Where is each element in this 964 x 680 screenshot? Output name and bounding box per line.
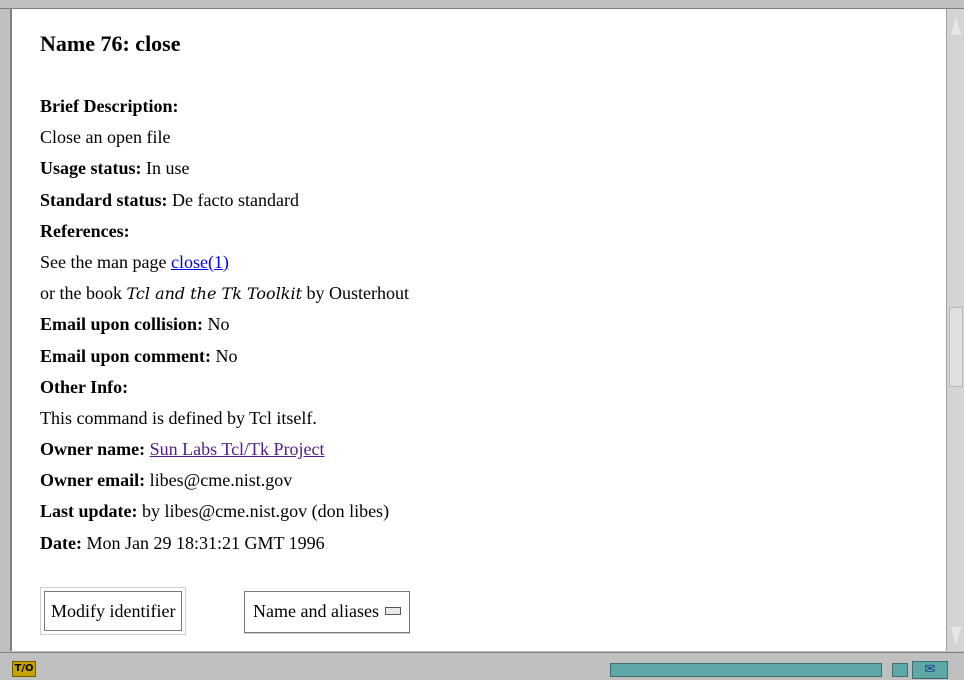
owner-name-row: Owner name: Sun Labs Tcl/Tk Project [40,434,920,465]
other-info-label: Other Info: [40,376,129,397]
name-and-aliases-menu[interactable]: Name and aliases [244,591,410,633]
book-title: Tcl and the Tk Toolkit [126,284,303,304]
reference-manpage-row: See the man page close(1) [40,247,920,278]
owner-email-row: Owner email: libes@cme.nist.gov [40,465,920,496]
scrollbar-thumb[interactable] [949,307,963,387]
scroll-down-arrow-icon[interactable] [951,627,961,645]
standard-status-label: Standard status: [40,189,168,210]
window-top-border [0,0,964,9]
owner-name-link[interactable]: Sun Labs Tcl/Tk Project [150,439,325,459]
owner-email-value: libes@cme.nist.gov [145,470,293,491]
reference-manpage-prefix: See the man page [40,251,171,272]
standard-status-value: De facto standard [167,189,299,210]
reference-book-prefix: or the book [40,283,127,304]
email-collision-row: Email upon collision: No [40,309,920,340]
reference-book-row: or the book Tcl and the Tk Toolkit by Ou… [40,278,920,309]
option-menu-indicator-icon [384,606,401,615]
owner-email-label: Owner email: [40,470,146,491]
email-collision-value: No [203,314,230,335]
reference-book-suffix: by Ousterhout [302,283,410,304]
last-update-value: by libes@cme.nist.gov (don libes) [137,501,390,522]
brief-description-value-row: Close an open file [40,122,920,153]
entry-details: Brief Description: Close an open file Us… [40,91,920,559]
other-info-row: Other Info: [40,372,920,403]
tk-logo-icon: T/O [12,661,36,677]
page-title: Name 76: close [40,31,181,56]
other-info-value: This command is defined by Tcl itself. [40,407,317,428]
usage-status-label: Usage status: [40,158,142,179]
brief-description-row: Brief Description: [40,91,920,122]
vertical-scrollbar[interactable] [946,9,964,651]
modify-button-frame: Modify identifier [40,587,187,635]
modify-identifier-button[interactable]: Modify identifier [44,591,183,631]
standard-status-row: Standard status: De facto standard [40,185,920,216]
mail-icon[interactable]: ✉ [912,661,948,679]
references-label: References: [40,220,130,241]
document-view: Name 76: close Brief Description: Close … [10,9,948,651]
brief-description-label: Brief Description: [40,96,179,116]
status-indicator [892,663,908,677]
brief-description-value: Close an open file [40,127,171,148]
last-update-label: Last update: [40,501,138,522]
owner-name-label: Owner name: [40,439,146,460]
email-comment-row: Email upon comment: No [40,341,920,372]
scroll-up-arrow-icon[interactable] [951,17,961,35]
progress-bar [610,663,882,677]
usage-status-value: In use [141,158,190,179]
date-label: Date: [40,532,82,553]
status-bar: T/O ✉ [0,652,964,680]
other-info-value-row: This command is defined by Tcl itself. [40,403,920,434]
date-value: Mon Jan 29 18:31:21 GMT 1996 [81,532,325,553]
email-collision-label: Email upon collision: [40,314,204,335]
date-row: Date: Mon Jan 29 18:31:21 GMT 1996 [40,528,920,559]
manpage-link[interactable]: close(1) [171,252,229,272]
email-comment-label: Email upon comment: [40,345,211,366]
last-update-row: Last update: by libes@cme.nist.gov (don … [40,496,920,527]
email-comment-value: No [211,345,238,366]
name-and-aliases-label: Name and aliases [253,601,379,621]
references-row: References: [40,216,920,247]
usage-status-row: Usage status: In use [40,153,920,184]
